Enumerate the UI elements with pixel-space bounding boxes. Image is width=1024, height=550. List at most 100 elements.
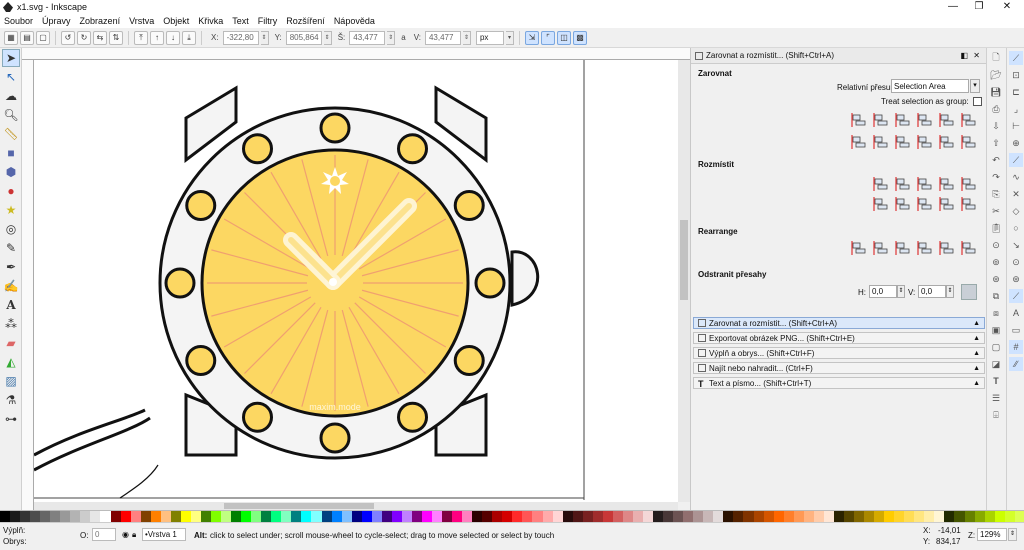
- copy-icon[interactable]: ⎘: [989, 187, 1003, 201]
- snap-page-border-icon[interactable]: ▭: [1009, 323, 1023, 337]
- snap-smooth-nodes-icon[interactable]: ○: [1009, 221, 1023, 235]
- align-baseline-icon[interactable]: [961, 112, 977, 128]
- lower-to-bottom-icon[interactable]: ⤓: [182, 30, 196, 45]
- dock-iconify-icon[interactable]: ◧: [960, 51, 968, 60]
- layer-lock-icon[interactable]: 🔒︎: [132, 530, 136, 540]
- gradient-tool-icon[interactable]: ▨: [2, 372, 20, 390]
- star-tool-icon[interactable]: ★: [2, 201, 20, 219]
- unit-select[interactable]: px: [475, 30, 504, 45]
- deselect-icon[interactable]: ▢: [36, 30, 50, 45]
- snap-centers-icon[interactable]: ⊙: [1009, 255, 1023, 269]
- align-center-icon[interactable]: [917, 112, 933, 128]
- snap-midpoints-icon[interactable]: ↘: [1009, 238, 1023, 252]
- height-spin-icon[interactable]: ⇕: [462, 30, 471, 45]
- distribute-icon[interactable]: [939, 196, 955, 212]
- align-center-icon[interactable]: [873, 134, 889, 150]
- snap-others-icon[interactable]: ⟋: [1009, 289, 1023, 303]
- relative-dropdown-icon[interactable]: ▾: [970, 79, 980, 93]
- rearrange-icon[interactable]: [939, 240, 955, 256]
- spray-tool-icon[interactable]: ⁂: [2, 315, 20, 333]
- selector-tool-icon[interactable]: ➤: [2, 49, 20, 67]
- vertical-ruler[interactable]: [22, 60, 34, 510]
- 3d-box-tool-icon[interactable]: ⬢: [2, 163, 20, 181]
- open-icon[interactable]: 📂︎: [989, 68, 1003, 82]
- snap-bbox-midpoint-icon[interactable]: ⊢: [1009, 119, 1023, 133]
- panel-fill-stroke[interactable]: Výplň a obrys... (Shift+Ctrl+F) ▲: [693, 347, 985, 359]
- align-center-icon[interactable]: [873, 112, 889, 128]
- new-document-icon[interactable]: 🗋: [989, 51, 1003, 65]
- calligraphy-tool-icon[interactable]: ✍: [2, 277, 20, 295]
- select-all-icon[interactable]: ▦: [4, 30, 18, 45]
- panel-align-distribute[interactable]: Zarovnat a rozmístit... (Shift+Ctrl+A) ▲: [693, 317, 985, 329]
- clone-icon[interactable]: ⧈: [989, 306, 1003, 320]
- scale-corners-icon[interactable]: ⌜: [540, 30, 555, 45]
- overlap-v-input[interactable]: 0,0: [918, 285, 946, 298]
- raise-icon[interactable]: ↑: [150, 30, 164, 45]
- y-spin-icon[interactable]: ⇕: [323, 30, 332, 45]
- align-edge-icon[interactable]: [851, 134, 867, 150]
- treat-as-group-checkbox[interactable]: [973, 97, 982, 106]
- distribute-icon[interactable]: [917, 196, 933, 212]
- menu-path[interactable]: Křivka: [198, 16, 223, 26]
- opacity-input[interactable]: 0: [92, 528, 116, 541]
- rearrange-icon[interactable]: [873, 240, 889, 256]
- expand-arrow-icon[interactable]: ▲: [973, 335, 980, 342]
- panel-export-png[interactable]: Exportovat obrázek PNG... (Shift+Ctrl+E)…: [693, 332, 985, 344]
- rotate-cw-icon[interactable]: ↻: [77, 30, 91, 45]
- dock-close-icon[interactable]: ✕: [973, 51, 980, 60]
- unit-dropdown-icon[interactable]: ▾: [505, 30, 514, 45]
- distribute-icon[interactable]: [961, 196, 977, 212]
- horizontal-scrollbar[interactable]: [34, 502, 678, 510]
- relative-to-select[interactable]: Selection Area: [891, 79, 969, 93]
- align-edge-icon[interactable]: [895, 134, 911, 150]
- rearrange-icon[interactable]: [851, 240, 867, 256]
- zoom-tool-icon[interactable]: 🔍︎: [2, 106, 20, 124]
- paste-icon[interactable]: 📋︎: [989, 221, 1003, 235]
- vertical-scrollbar[interactable]: [678, 60, 690, 502]
- snap-bbox-icon[interactable]: ⊡: [1009, 68, 1023, 82]
- raise-to-top-icon[interactable]: ⤒: [134, 30, 148, 45]
- group-icon[interactable]: ▣: [989, 323, 1003, 337]
- menu-filters[interactable]: Filtry: [258, 16, 278, 26]
- pen-tool-icon[interactable]: ✒: [2, 258, 20, 276]
- distribute-icon[interactable]: [961, 176, 977, 192]
- text-font-icon[interactable]: T: [989, 374, 1003, 388]
- distribute-icon[interactable]: [895, 176, 911, 192]
- eraser-tool-icon[interactable]: ▰: [2, 334, 20, 352]
- bucket-fill-tool-icon[interactable]: ◭: [2, 353, 20, 371]
- ellipse-tool-icon[interactable]: ●: [2, 182, 20, 200]
- align-center-icon[interactable]: [917, 134, 933, 150]
- redo-icon[interactable]: ↷: [989, 170, 1003, 184]
- rectangle-tool-icon[interactable]: ■: [2, 144, 20, 162]
- distribute-icon[interactable]: [895, 196, 911, 212]
- x-spin-icon[interactable]: ⇕: [260, 30, 269, 45]
- overlap-h-input[interactable]: 0,0: [869, 285, 897, 298]
- snap-intersections-icon[interactable]: ✕: [1009, 187, 1023, 201]
- distribute-icon[interactable]: [873, 176, 889, 192]
- align-edge-icon[interactable]: [895, 112, 911, 128]
- snap-paths-icon[interactable]: ∿: [1009, 170, 1023, 184]
- zoom-input[interactable]: 129%: [977, 528, 1007, 541]
- layers-icon[interactable]: ☰: [989, 391, 1003, 405]
- layer-visibility-icon[interactable]: ◉: [122, 530, 129, 539]
- distribute-icon[interactable]: [873, 196, 889, 212]
- align-edge-icon[interactable]: [939, 134, 955, 150]
- snap-nodes-icon[interactable]: ⟋: [1009, 153, 1023, 167]
- flip-horizontal-icon[interactable]: ⇆: [93, 30, 107, 45]
- dropper-tool-icon[interactable]: ⚗: [2, 391, 20, 409]
- collapse-arrow-icon[interactable]: ▲: [973, 320, 980, 327]
- align-baseline-icon[interactable]: [961, 134, 977, 150]
- snap-bbox-edge-icon[interactable]: ⊏: [1009, 85, 1023, 99]
- text-tool-icon[interactable]: A: [2, 296, 20, 314]
- layer-select[interactable]: •Vrstva 1: [142, 528, 186, 541]
- menu-file[interactable]: Soubor: [4, 16, 33, 26]
- snap-grids-icon[interactable]: #: [1009, 340, 1023, 354]
- menu-help[interactable]: Nápověda: [334, 16, 375, 26]
- overlap-v-spin-icon[interactable]: ⇕: [946, 285, 954, 298]
- transform-gradients-icon[interactable]: ◫: [556, 30, 571, 45]
- overlap-h-spin-icon[interactable]: ⇕: [897, 285, 905, 298]
- snap-bbox-corner-icon[interactable]: ⌟: [1009, 102, 1023, 116]
- snap-bbox-center-icon[interactable]: ⊕: [1009, 136, 1023, 150]
- expand-arrow-icon[interactable]: ▲: [973, 380, 980, 387]
- scale-stroke-icon[interactable]: ⇲: [524, 30, 539, 45]
